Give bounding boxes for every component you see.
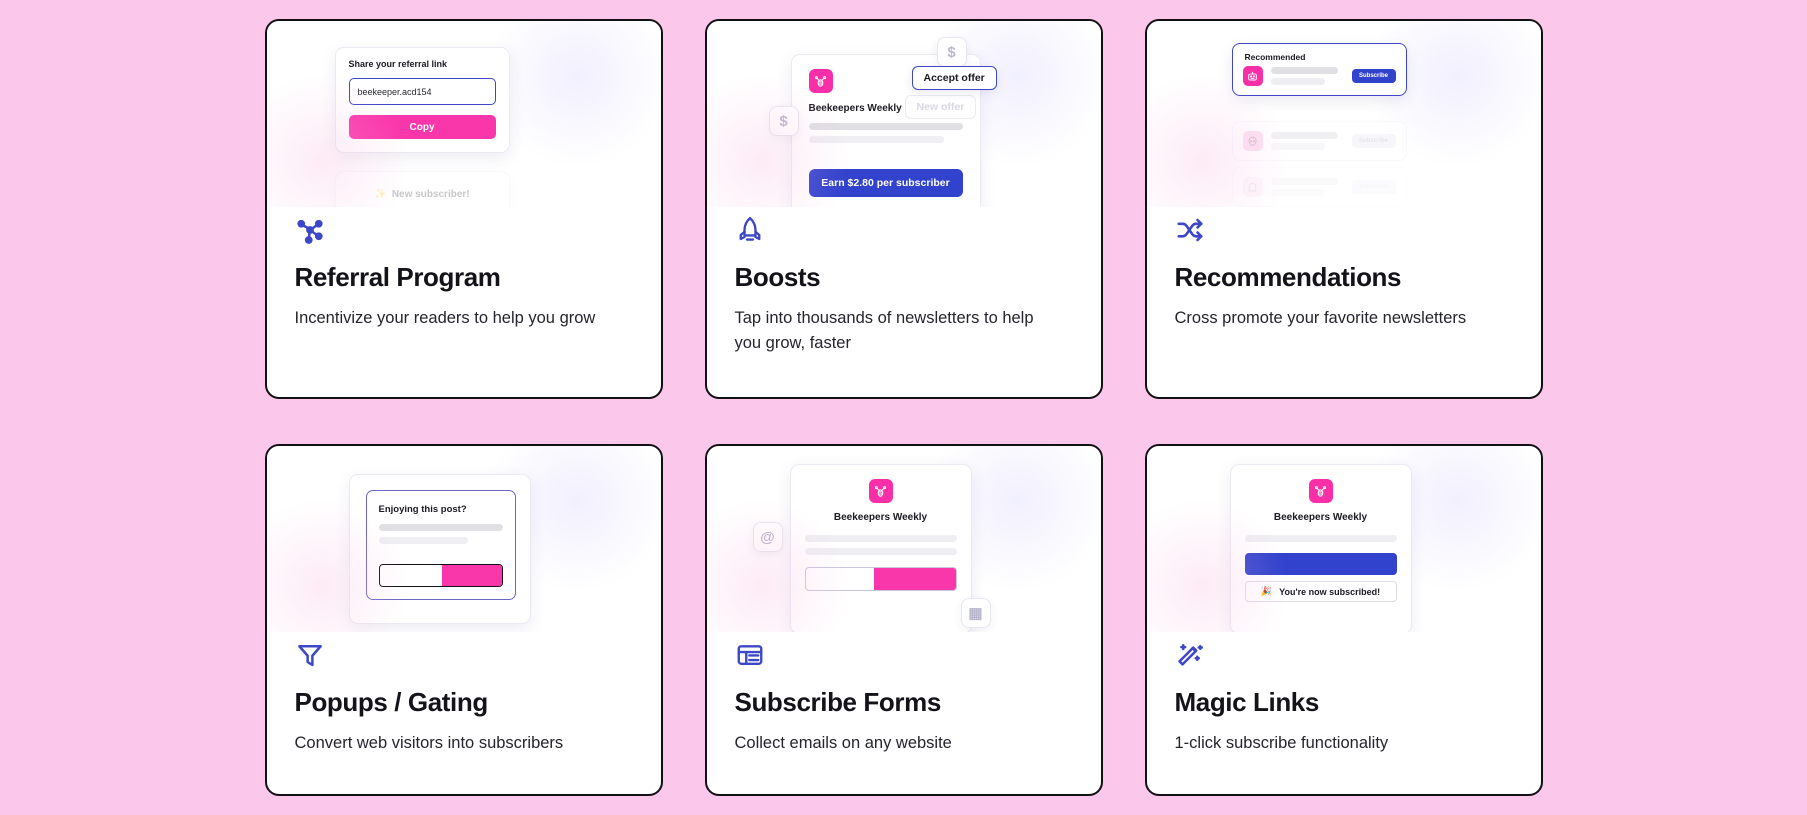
recommendations-illustration: Recommended Subscribe Subscribe Subscrib… xyxy=(1146,21,1541,207)
bee-logo-icon xyxy=(1308,479,1333,503)
card-description: Tap into thousands of newsletters to hel… xyxy=(734,308,1034,353)
magic-link-panel: Beekeepers Weekly 🎉 You're now subscribe… xyxy=(1229,464,1412,632)
email-input[interactable] xyxy=(380,565,442,586)
bee-logo-icon xyxy=(808,69,833,93)
card-title: Recommendations xyxy=(1174,262,1402,292)
share-link-label: Share your referral link xyxy=(348,59,448,69)
popup-submit-button[interactable] xyxy=(441,565,502,586)
card-title: Popups / Gating xyxy=(294,687,489,717)
subscribe-button[interactable]: Subscribe xyxy=(1351,69,1396,83)
recommended-label: Recommended xyxy=(1244,52,1306,62)
sparkle-icon: ✨ xyxy=(374,189,387,200)
rocket-icon xyxy=(735,215,1073,249)
feature-card-boosts[interactable]: Beekeepers Weekly Earn $2.80 per subscri… xyxy=(704,19,1103,399)
publication-name: Beekeepers Weekly xyxy=(1273,512,1368,523)
magic-links-card-body: Magic Links 1-click subscribe functional… xyxy=(1147,632,1541,756)
bee-logo-icon xyxy=(868,479,893,503)
card-description: 1-click subscribe functionality xyxy=(1174,733,1389,752)
copy-button[interactable]: Copy xyxy=(348,115,496,139)
dollar-badge-right: $ xyxy=(936,37,967,67)
magic-link-button[interactable] xyxy=(1244,553,1397,575)
subscribed-toast: 🎉 You're now subscribed! xyxy=(1244,581,1397,602)
referral-illustration: ✨ New subscriber! Share your referral li… xyxy=(266,21,661,207)
features-grid-page: ✨ New subscriber! Share your referral li… xyxy=(0,0,1807,815)
dollar-badge-left: $ xyxy=(768,106,799,136)
recommended-row-primary[interactable]: Recommended Subscribe xyxy=(1231,43,1407,96)
subscribe-forms-illustration: Beekeepers Weekly @ ▦ xyxy=(706,446,1101,632)
subscribe-button[interactable]: Subscribe xyxy=(1351,134,1396,148)
row-skeleton-lines xyxy=(1270,67,1344,85)
email-subscribe-field[interactable] xyxy=(804,567,957,591)
feature-card-grid: ✨ New subscriber! Share your referral li… xyxy=(260,19,1547,796)
card-description: Incentivize your readers to help you gro… xyxy=(294,308,596,327)
subscribe-button[interactable]: Subscribe xyxy=(1351,180,1396,194)
boosts-illustration: Beekeepers Weekly Earn $2.80 per subscri… xyxy=(706,21,1101,207)
grid-badge: ▦ xyxy=(960,598,991,628)
feature-card-referral-program[interactable]: ✨ New subscriber! Share your referral li… xyxy=(264,19,663,399)
magic-wand-icon xyxy=(1175,640,1513,674)
feature-card-popups-gating[interactable]: Enjoying this post? Popups / Gating Conv… xyxy=(264,444,663,796)
form-list-icon xyxy=(735,640,1073,674)
email-input[interactable] xyxy=(806,568,874,590)
card-title: Referral Program xyxy=(294,262,501,292)
feature-card-magic-links[interactable]: Beekeepers Weekly 🎉 You're now subscribe… xyxy=(1144,444,1543,796)
ghost-emoji-avatar xyxy=(1242,177,1263,197)
at-symbol-badge: @ xyxy=(752,522,783,552)
webpage-frame: Enjoying this post? xyxy=(348,474,531,624)
accept-offer-button[interactable]: Accept offer xyxy=(911,66,997,90)
card-title: Magic Links xyxy=(1174,687,1320,717)
row-skeleton-lines xyxy=(1270,178,1344,196)
popup-modal: Enjoying this post? xyxy=(365,490,516,600)
shuffle-icon xyxy=(1175,215,1513,249)
funnel-icon xyxy=(295,640,633,674)
referral-card-body: Referral Program Incentivize your reader… xyxy=(267,207,661,331)
earn-per-subscriber-button[interactable]: Earn $2.80 per subscriber xyxy=(808,169,963,197)
card-title: Subscribe Forms xyxy=(734,687,942,717)
publication-name: Beekeepers Weekly xyxy=(833,512,928,523)
new-subscriber-toast: ✨ New subscriber! xyxy=(334,171,510,207)
card-description: Collect emails on any website xyxy=(734,733,952,752)
popup-headline: Enjoying this post? xyxy=(378,504,467,515)
share-network-icon xyxy=(295,215,633,249)
recommendations-card-body: Recommendations Cross promote your favor… xyxy=(1147,207,1541,331)
feature-card-recommendations[interactable]: Recommended Subscribe Subscribe Subscrib… xyxy=(1144,19,1543,399)
email-capture-field[interactable] xyxy=(378,564,503,587)
row-skeleton-lines xyxy=(1270,132,1344,150)
card-title: Boosts xyxy=(734,262,821,292)
subscribe-forms-card-body: Subscribe Forms Collect emails on any we… xyxy=(707,632,1101,756)
boosts-card-body: Boosts Tap into thousands of newsletters… xyxy=(707,207,1101,357)
popups-illustration: Enjoying this post? xyxy=(266,446,661,632)
magic-links-illustration: Beekeepers Weekly 🎉 You're now subscribe… xyxy=(1146,446,1541,632)
referral-link-input[interactable]: beekeeper.acd154 xyxy=(348,78,496,105)
subscribe-submit-button[interactable] xyxy=(873,568,956,590)
feature-card-subscribe-forms[interactable]: Beekeepers Weekly @ ▦ Subscribe Forms Co… xyxy=(704,444,1103,796)
recommended-row-tertiary[interactable]: Subscribe xyxy=(1231,167,1407,207)
popups-card-body: Popups / Gating Convert web visitors int… xyxy=(267,632,661,756)
party-popper-emoji: 🎉 xyxy=(1260,586,1273,596)
card-description: Convert web visitors into subscribers xyxy=(294,733,564,752)
new-offer-button[interactable]: New offer xyxy=(904,95,977,119)
subscribe-form-panel: Beekeepers Weekly xyxy=(789,464,972,632)
share-referral-panel: Share your referral link beekeeper.acd15… xyxy=(334,47,510,153)
robot-emoji-avatar xyxy=(1242,66,1263,86)
recommended-row-secondary[interactable]: Subscribe xyxy=(1231,121,1407,161)
card-description: Cross promote your favorite newsletters xyxy=(1174,308,1467,327)
alien-emoji-avatar xyxy=(1242,131,1263,151)
